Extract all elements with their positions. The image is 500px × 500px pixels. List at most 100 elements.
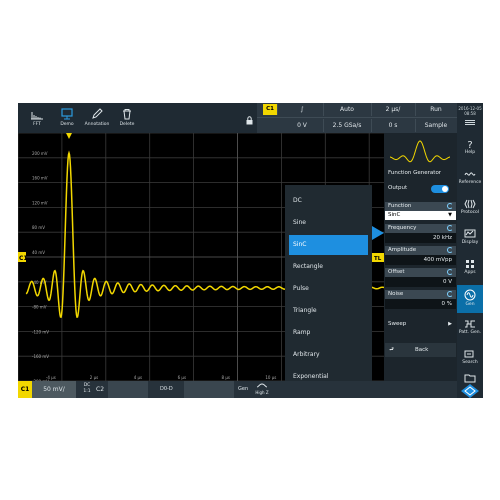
gen-button[interactable]: Gen xyxy=(457,285,483,313)
trigger-position-marker[interactable] xyxy=(66,133,72,139)
digital-channels-tab[interactable]: D0-D xyxy=(160,381,182,398)
protocol-button[interactable]: Protocol xyxy=(457,195,483,223)
demo-button[interactable]: Demo xyxy=(52,103,82,133)
gen-mode-label: High Z xyxy=(255,390,269,395)
display-label: Display xyxy=(461,240,479,245)
channel-1-tab[interactable]: C1 xyxy=(18,381,32,398)
function-header: Function xyxy=(385,202,456,211)
refresh-icon[interactable] xyxy=(447,247,453,253)
reference-button[interactable]: Reference xyxy=(457,165,483,193)
refresh-icon[interactable] xyxy=(447,203,453,209)
time-per-div[interactable]: 2 µs/ xyxy=(371,103,416,116)
menu-item-arbitrary[interactable]: Arbitrary xyxy=(289,345,368,365)
menu-item-dc[interactable]: DC xyxy=(289,191,368,211)
oscilloscope-screen: FFT Demo Annotation Delete C1 ∫ Auto 2 µ… xyxy=(18,103,483,398)
offset-field[interactable]: 0 V xyxy=(385,277,456,287)
channel-2-scale[interactable] xyxy=(108,381,148,398)
x-tick-label: 4 µs xyxy=(134,375,142,380)
channel-1-coupling[interactable]: DC 1:1 xyxy=(80,381,94,398)
function-generator-panel: Function Generator Output Function SinC … xyxy=(384,133,457,381)
y-tick-label: -160 mV xyxy=(32,354,49,359)
channel-2-tab[interactable]: C2 xyxy=(96,381,106,398)
fft-icon xyxy=(31,112,43,120)
back-arrow-icon: ⮐ xyxy=(389,347,394,353)
back-button[interactable]: ⮐ Back xyxy=(385,343,456,357)
run-state[interactable]: Run xyxy=(415,103,457,116)
menu-item-pulse[interactable]: Pulse xyxy=(289,279,368,299)
demo-icon xyxy=(61,108,73,120)
sweep-button[interactable]: Sweep ▶ xyxy=(385,317,456,331)
sweep-label: Sweep xyxy=(388,321,407,327)
sample-rate[interactable]: 2.5 GSa/s xyxy=(323,119,372,132)
apps-icon xyxy=(466,260,474,268)
y-tick-label: 80 mV xyxy=(32,225,45,230)
lock-icon[interactable] xyxy=(246,116,253,125)
menu-item-sinc[interactable]: SinC xyxy=(289,235,368,255)
noise-label: Noise xyxy=(388,291,404,297)
display-button[interactable]: Display xyxy=(457,225,483,253)
probe-ratio: 1:1 xyxy=(83,389,91,394)
gen-mode[interactable]: High Z xyxy=(254,381,270,398)
amplitude-field[interactable]: 400 mVpp xyxy=(385,255,456,265)
menu-item-sine[interactable]: Sine xyxy=(289,213,368,233)
refresh-icon[interactable] xyxy=(447,269,453,275)
menu-item-triangle[interactable]: Triangle xyxy=(289,301,368,321)
annotation-button[interactable]: Annotation xyxy=(82,103,112,133)
trigger-channel-badge[interactable]: C1 xyxy=(263,104,278,115)
trigger-mode[interactable]: Auto xyxy=(323,103,372,116)
channel-1-marker-label: C1 xyxy=(19,255,28,262)
pattern-gen-icon xyxy=(465,320,475,328)
delete-button[interactable]: Delete xyxy=(112,103,142,133)
back-label: Back xyxy=(415,347,429,353)
help-button[interactable]: ? Help xyxy=(457,135,483,163)
gen-tab[interactable]: Gen xyxy=(238,381,252,398)
apps-button[interactable]: Apps xyxy=(457,255,483,283)
refresh-icon[interactable] xyxy=(447,225,453,231)
apps-label: Apps xyxy=(464,270,476,275)
search-icon xyxy=(464,350,474,358)
y-tick-label: 120 mV xyxy=(32,200,48,205)
help-label: Help xyxy=(464,150,476,155)
amplitude-label: Amplitude xyxy=(388,247,417,253)
offset-label: Offset xyxy=(388,269,405,275)
function-value: SinC xyxy=(388,212,401,218)
protocol-icon xyxy=(464,199,476,209)
menu-item-rectangle[interactable]: Rectangle xyxy=(289,257,368,277)
noise-header: Noise xyxy=(385,290,456,299)
acquisition-mode[interactable]: Sample xyxy=(415,119,457,132)
function-label: Function xyxy=(388,203,412,209)
frequency-field[interactable]: 20 kHz xyxy=(385,233,456,243)
refresh-icon[interactable] xyxy=(447,291,453,297)
x-tick-label: 10 µs xyxy=(265,375,276,380)
trigger-level[interactable]: 0 V xyxy=(281,119,324,132)
output-row: Output xyxy=(385,183,456,195)
offset-header: Offset xyxy=(385,268,456,277)
trash-icon xyxy=(123,109,131,120)
noise-field[interactable]: 0 % xyxy=(385,299,456,309)
svg-text:?: ? xyxy=(467,140,472,149)
folder-icon[interactable] xyxy=(464,373,476,383)
output-label: Output xyxy=(388,185,408,191)
reference-icon xyxy=(464,172,476,176)
y-tick-label: -80 mV xyxy=(32,305,47,310)
channel-1-scale[interactable]: 50 mV/ xyxy=(32,381,76,398)
output-toggle[interactable] xyxy=(431,185,449,193)
trigger-level-label: TL xyxy=(374,256,382,262)
search-label: Search xyxy=(462,360,478,365)
trigger-coupling[interactable]: ∫ xyxy=(281,103,324,116)
right-sidebar: ? Help Reference Protocol Display Apps G… xyxy=(457,133,483,398)
chevron-right-icon: ▶ xyxy=(448,321,452,327)
pattern-gen-button[interactable]: Patt. Gen. xyxy=(457,315,483,343)
fft-label: FFT xyxy=(33,122,41,127)
search-button[interactable]: Search xyxy=(457,345,483,373)
menu-item-ramp[interactable]: Ramp xyxy=(289,323,368,343)
time-offset[interactable]: 0 s xyxy=(371,119,416,132)
display-icon xyxy=(464,229,476,238)
help-icon: ? xyxy=(467,140,472,149)
gen-label: Gen xyxy=(465,302,475,307)
date-time: 2016-12-05 08:58 xyxy=(457,103,483,133)
function-select[interactable]: SinC ▼ xyxy=(385,211,456,220)
gen-wave-icon xyxy=(256,383,268,388)
digital-channels-field[interactable] xyxy=(184,381,234,398)
fft-button[interactable]: FFT xyxy=(22,103,52,133)
